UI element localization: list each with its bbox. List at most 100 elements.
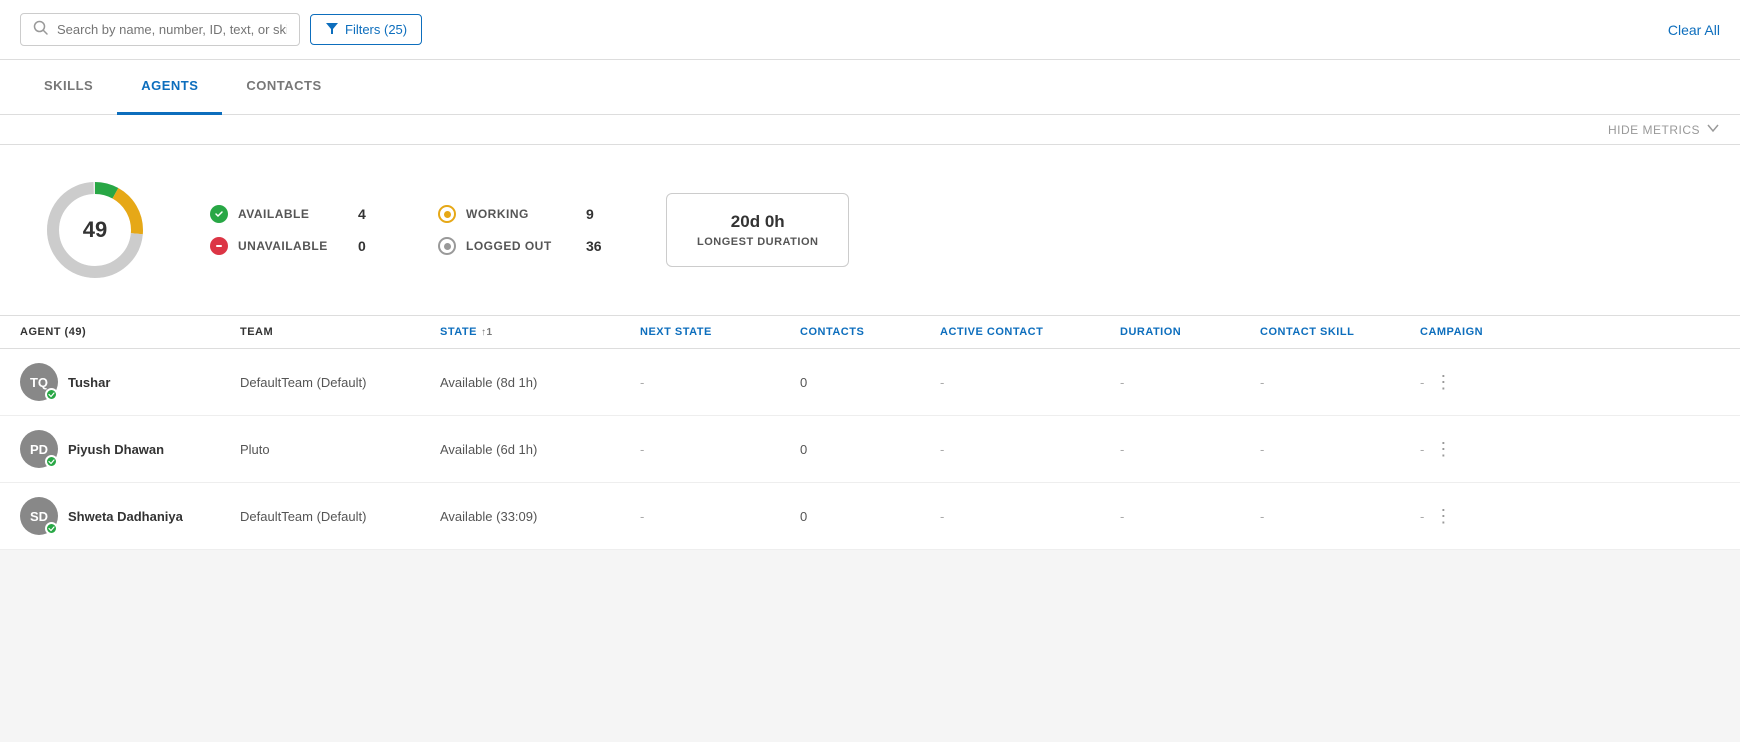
col-contact-skill[interactable]: CONTACT SKILL (1260, 326, 1420, 338)
duration-cell: - (1120, 442, 1260, 457)
tab-agents[interactable]: AGENTS (117, 60, 222, 115)
contacts-cell: 0 (800, 509, 940, 524)
agent-cell: PD Piyush Dhawan (20, 430, 240, 468)
agents-table: AGENT (49) TEAM STATE ↑1 NEXT STATE CONT… (0, 316, 1740, 550)
col-agent: AGENT (49) (20, 326, 240, 338)
donut-chart: 49 (40, 175, 150, 285)
next-state-cell: - (640, 509, 800, 524)
col-duration[interactable]: DURATION (1120, 326, 1260, 338)
loggedout-icon (438, 237, 456, 255)
avatar-initials: TQ (30, 375, 48, 390)
table-row: TQ Tushar DefaultTeam (Default) Availabl… (0, 349, 1740, 416)
available-count: 4 (358, 206, 378, 222)
table-body: TQ Tushar DefaultTeam (Default) Availabl… (0, 349, 1740, 550)
working-count: 9 (586, 206, 606, 222)
col-campaign[interactable]: CAMPAIGN (1420, 326, 1520, 338)
loggedout-label: LOGGED OUT (466, 239, 576, 253)
table-row: SD Shweta Dadhaniya DefaultTeam (Default… (0, 483, 1740, 550)
contact-skill-cell: - (1260, 375, 1420, 390)
avatar-status-badge (45, 522, 58, 535)
sort-icon: ↑1 (481, 327, 493, 338)
avatar: TQ (20, 363, 58, 401)
campaign-cell: - ⋮ (1420, 372, 1520, 393)
campaign-cell: - ⋮ (1420, 506, 1520, 527)
row-more-button[interactable]: ⋮ (1434, 506, 1452, 527)
tab-contacts[interactable]: CONTACTS (222, 60, 345, 115)
avatar-initials: SD (30, 509, 48, 524)
table-row: PD Piyush Dhawan Pluto Available (6d 1h)… (0, 416, 1740, 483)
active-contact-cell: - (940, 375, 1120, 390)
col-contacts[interactable]: CONTACTS (800, 326, 940, 338)
row-more-button[interactable]: ⋮ (1434, 372, 1452, 393)
status-working: WORKING 9 (438, 205, 606, 223)
working-icon (438, 205, 456, 223)
agent-name: Shweta Dadhaniya (68, 509, 183, 524)
duration-label: LONGEST DURATION (697, 236, 818, 248)
avatar-status-badge (45, 388, 58, 401)
hide-metrics-button[interactable]: HIDE METRICS (1608, 121, 1720, 138)
avatar: SD (20, 497, 58, 535)
hide-metrics-label: HIDE METRICS (1608, 123, 1700, 137)
state-cell: Available (8d 1h) (440, 375, 640, 390)
avatar: PD (20, 430, 58, 468)
agent-cell: TQ Tushar (20, 363, 240, 401)
state-cell: Available (33:09) (440, 509, 640, 524)
campaign-value: - (1420, 375, 1424, 390)
unavailable-icon (210, 237, 228, 255)
team-cell: DefaultTeam (Default) (240, 375, 440, 390)
unavailable-label: UNAVAILABLE (238, 239, 348, 253)
metrics-toggle-bar: HIDE METRICS (0, 115, 1740, 145)
row-more-button[interactable]: ⋮ (1434, 439, 1452, 460)
filter-label: Filters (25) (345, 22, 407, 37)
search-area: Filters (25) (20, 13, 422, 46)
team-cell: Pluto (240, 442, 440, 457)
contact-skill-cell: - (1260, 509, 1420, 524)
team-cell: DefaultTeam (Default) (240, 509, 440, 524)
campaign-cell: - ⋮ (1420, 439, 1520, 460)
active-contact-cell: - (940, 509, 1120, 524)
unavailable-count: 0 (358, 238, 378, 254)
clear-all-button[interactable]: Clear All (1668, 22, 1720, 38)
contacts-cell: 0 (800, 375, 940, 390)
col-team: TEAM (240, 326, 440, 338)
next-state-cell: - (640, 375, 800, 390)
working-label: WORKING (466, 207, 576, 221)
search-box[interactable] (20, 13, 300, 46)
tab-skills[interactable]: SKILLS (20, 60, 117, 115)
duration-box: 20d 0h LONGEST DURATION (666, 193, 849, 267)
available-icon (210, 205, 228, 223)
search-icon (33, 20, 49, 39)
tabs-bar: SKILLS AGENTS CONTACTS (0, 60, 1740, 115)
next-state-cell: - (640, 442, 800, 457)
campaign-value: - (1420, 509, 1424, 524)
agent-cell: SD Shweta Dadhaniya (20, 497, 240, 535)
duration-cell: - (1120, 375, 1260, 390)
status-available: AVAILABLE 4 (210, 205, 378, 223)
available-label: AVAILABLE (238, 207, 348, 221)
filter-button[interactable]: Filters (25) (310, 14, 422, 45)
status-grid-right: WORKING 9 LOGGED OUT 36 (438, 205, 606, 255)
filter-icon (325, 21, 339, 38)
campaign-value: - (1420, 442, 1424, 457)
loggedout-count: 36 (586, 238, 606, 254)
search-input[interactable] (57, 22, 287, 37)
col-next-state[interactable]: NEXT STATE (640, 326, 800, 338)
table-header: AGENT (49) TEAM STATE ↑1 NEXT STATE CONT… (0, 316, 1740, 349)
avatar-initials: PD (30, 442, 48, 457)
chevron-down-icon (1706, 121, 1720, 138)
status-unavailable: UNAVAILABLE 0 (210, 237, 378, 255)
col-state[interactable]: STATE ↑1 (440, 326, 640, 338)
status-loggedout: LOGGED OUT 36 (438, 237, 606, 255)
col-active-contact[interactable]: ACTIVE CONTACT (940, 326, 1120, 338)
avatar-status-badge (45, 455, 58, 468)
top-bar: Filters (25) Clear All (0, 0, 1740, 60)
contacts-cell: 0 (800, 442, 940, 457)
active-contact-cell: - (940, 442, 1120, 457)
metrics-panel: 49 AVAILABLE 4 UNAVAILABLE 0 (0, 145, 1740, 316)
donut-total: 49 (83, 217, 107, 243)
duration-cell: - (1120, 509, 1260, 524)
duration-value: 20d 0h (697, 212, 818, 232)
state-cell: Available (6d 1h) (440, 442, 640, 457)
agent-name: Tushar (68, 375, 110, 390)
contact-skill-cell: - (1260, 442, 1420, 457)
